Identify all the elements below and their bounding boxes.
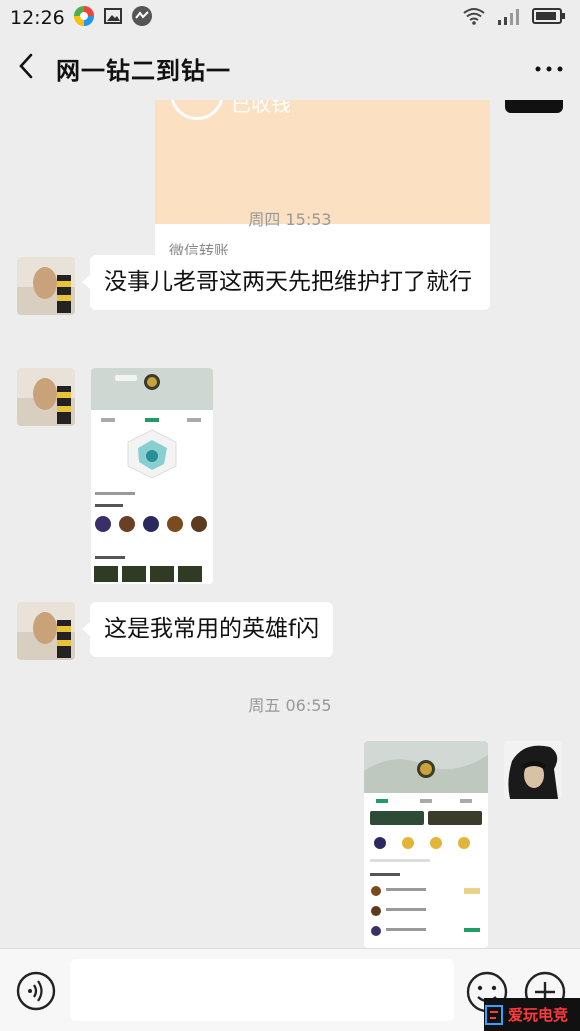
- contact-avatar[interactable]: [17, 257, 75, 315]
- weibo-notification-icon: [131, 5, 153, 31]
- sent-image-game-profile[interactable]: [364, 741, 488, 948]
- timestamp: 周四 15:53: [248, 210, 332, 229]
- received-image-game-profile[interactable]: [91, 368, 213, 584]
- timestamp: 周五 06:55: [248, 696, 332, 715]
- transfer-status: 已收钱: [231, 100, 291, 116]
- app-notification-icon: [73, 5, 95, 31]
- more-options-icon[interactable]: [534, 59, 564, 78]
- back-arrow-icon[interactable]: [16, 52, 36, 84]
- watermark-icon: [485, 1004, 503, 1025]
- chat-title: 网一钻二到钻一: [56, 56, 231, 85]
- chat-header: 网一钻二到钻一: [0, 36, 580, 100]
- contact-avatar[interactable]: [17, 602, 75, 660]
- contact-avatar[interactable]: [17, 368, 75, 426]
- watermark-text: 爱玩电竞: [508, 1006, 569, 1024]
- received-message-bubble[interactable]: 没事儿老哥这两天先把维护打了就行: [82, 255, 490, 310]
- status-time: 12:26: [10, 7, 65, 29]
- received-message-bubble[interactable]: 这是我常用的英雄f闪: [81, 602, 334, 657]
- watermark-logo: 爱玩电竞: [484, 998, 580, 1031]
- wechat-transfer-card[interactable]: 已收钱 微信转账: [155, 100, 490, 276]
- message-input[interactable]: [70, 959, 454, 1021]
- transfer-check-icon: [170, 100, 224, 120]
- wifi-icon: [462, 7, 486, 29]
- sent-image-thumbnail-partial[interactable]: [505, 100, 563, 113]
- signal-icon: [496, 7, 522, 29]
- status-bar: 12:26: [0, 0, 580, 36]
- chat-message-list[interactable]: 已收钱 微信转账 周四 15:53 没事儿老哥这两天先把维护打了就行 这是我常用…: [0, 100, 580, 948]
- my-avatar[interactable]: [504, 741, 562, 799]
- voice-input-icon[interactable]: [16, 971, 56, 1015]
- image-notification-icon: [103, 6, 123, 30]
- battery-icon: [532, 7, 566, 29]
